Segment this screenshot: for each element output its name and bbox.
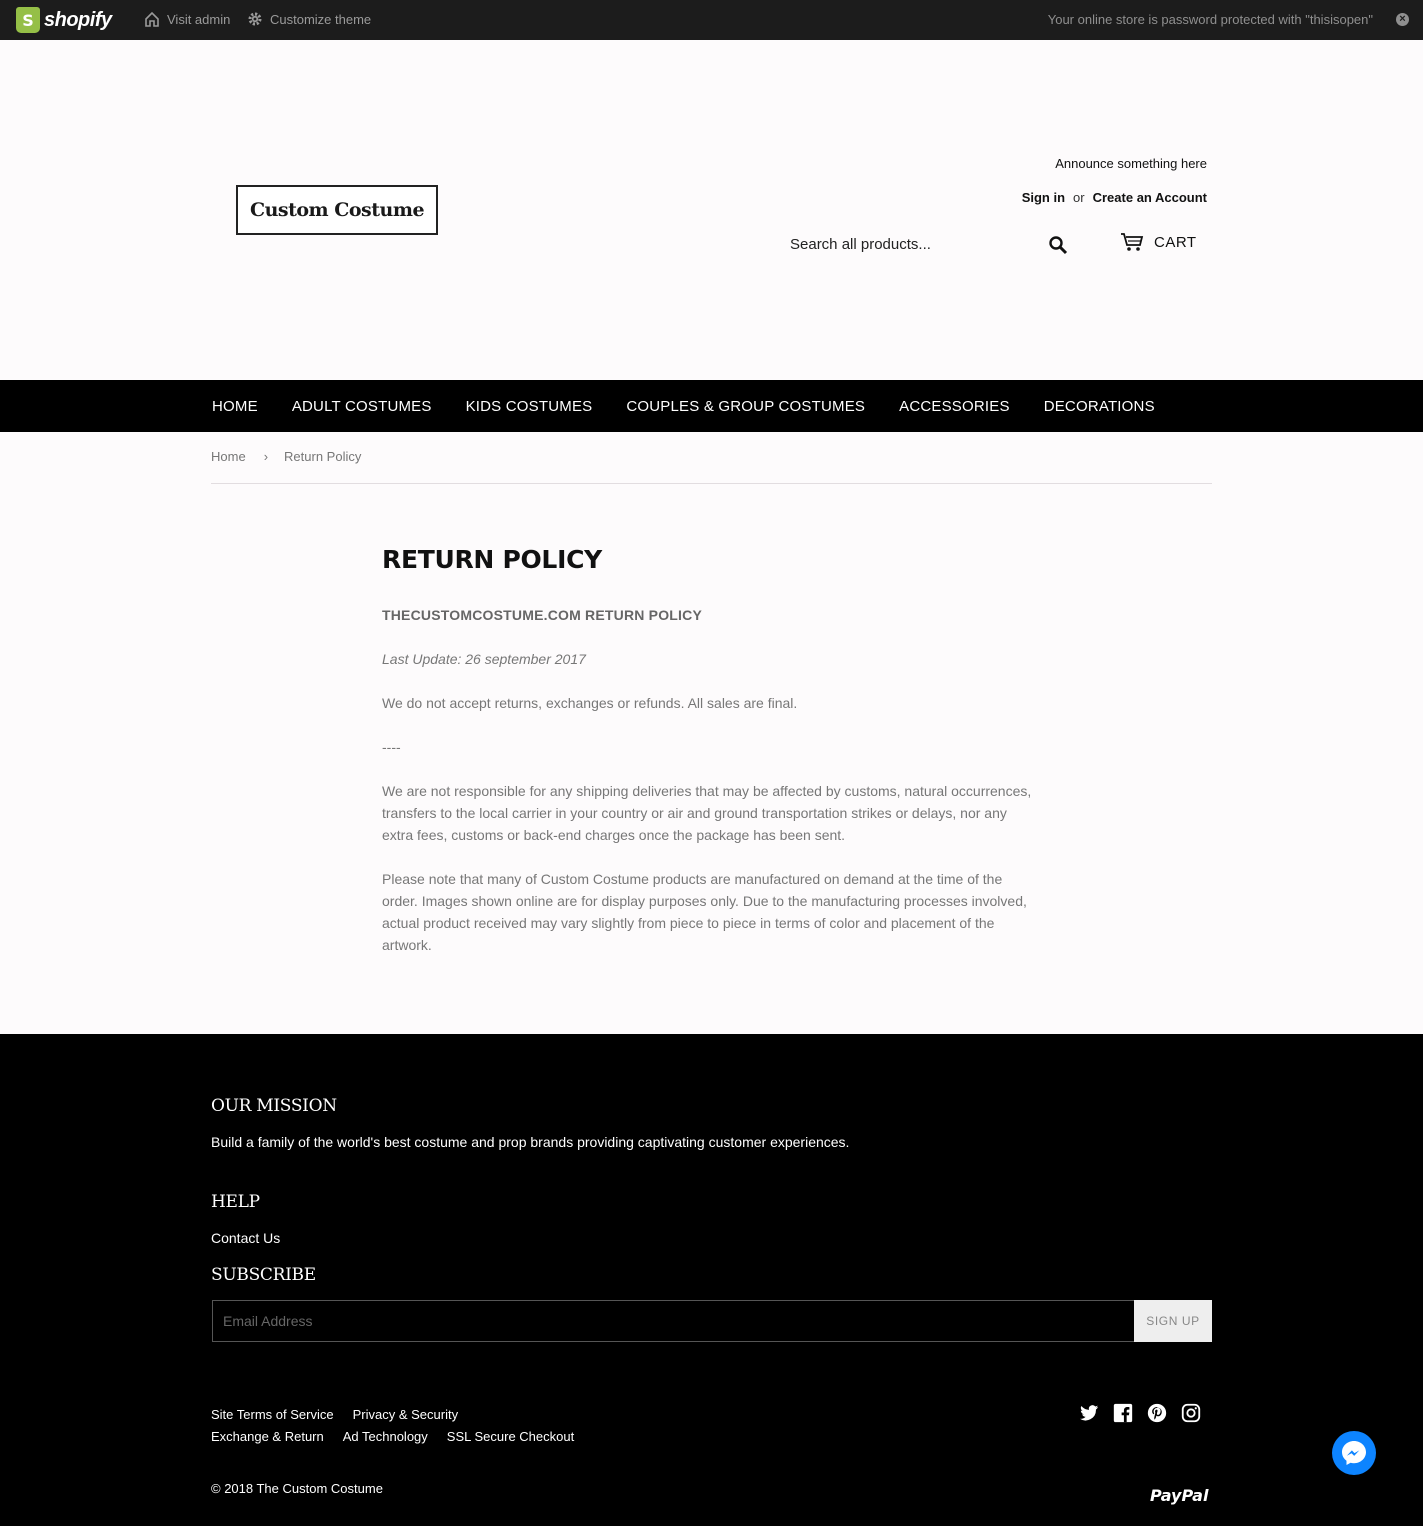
sign-up-button[interactable]: SIGN UP	[1134, 1300, 1212, 1342]
policy-content: RETURN POLICY THECUSTOMCOSTUME.COM RETUR…	[382, 545, 1032, 978]
ad-technology-link[interactable]: Ad Technology	[343, 1429, 428, 1444]
copyright: © 2018 The Custom Costume	[211, 1481, 383, 1496]
email-field[interactable]	[212, 1300, 1134, 1342]
privacy-security-link[interactable]: Privacy & Security	[353, 1407, 458, 1422]
breadcrumb: Home › Return Policy	[211, 449, 361, 464]
mission-title: OUR MISSION	[211, 1096, 337, 1116]
password-notice: Your online store is password protected …	[1047, 12, 1373, 27]
policy-paragraph-2: We are not responsible for any shipping …	[382, 783, 1032, 843]
visit-admin-label: Visit admin	[167, 11, 231, 27]
visit-admin-link[interactable]: Visit admin	[144, 11, 230, 27]
search-icon[interactable]	[1048, 235, 1068, 255]
last-update: Last Update: 26 september 2017	[382, 651, 586, 667]
nav-item-kids-costumes[interactable]: KIDS COSTUMES	[449, 398, 610, 415]
pinterest-icon[interactable]	[1146, 1402, 1168, 1424]
home-icon	[145, 11, 159, 27]
sign-in-link[interactable]: Sign in	[1022, 190, 1065, 205]
shopify-logo-text: shopify	[44, 8, 112, 31]
customize-theme-label: Customize theme	[270, 11, 372, 27]
shopify-admin-bar: S shopify Visit admin Customize theme Yo…	[0, 0, 1423, 40]
exchange-return-link[interactable]: Exchange & Return	[211, 1429, 324, 1444]
help-title: HELP	[211, 1192, 260, 1212]
shopify-bag-icon: S	[16, 7, 40, 33]
account-links: Sign in or Create an Account	[1022, 190, 1207, 205]
policy-paragraph-1: We do not accept returns, exchanges or r…	[382, 695, 798, 711]
close-icon[interactable]: ×	[1396, 13, 1409, 26]
search-input[interactable]	[780, 235, 1030, 253]
messenger-icon	[1342, 1441, 1366, 1465]
instagram-icon[interactable]	[1180, 1402, 1202, 1424]
mission-text: Build a family of the world's best costu…	[211, 1134, 850, 1150]
messenger-chat-button[interactable]	[1332, 1431, 1376, 1475]
social-links	[1078, 1402, 1214, 1424]
nav-item-home[interactable]: HOME	[195, 398, 275, 415]
nav-item-decorations[interactable]: DECORATIONS	[1027, 398, 1172, 415]
contact-us-link[interactable]: Contact Us	[211, 1230, 280, 1246]
page-title: RETURN POLICY	[382, 545, 602, 574]
cart-label: CART	[1154, 233, 1197, 251]
footer-links-row-2: Exchange & Return Ad Technology SSL Secu…	[211, 1429, 593, 1444]
facebook-icon[interactable]	[1112, 1402, 1134, 1424]
customize-theme-link[interactable]: Customize theme	[247, 11, 371, 27]
ssl-checkout-link[interactable]: SSL Secure Checkout	[447, 1429, 574, 1444]
nav-item-couples-group-costumes[interactable]: COUPLES & GROUP COSTUMES	[609, 398, 882, 415]
main-nav: HOME ADULT COSTUMES KIDS COSTUMES COUPLE…	[0, 380, 1423, 432]
subscribe-form: SIGN UP	[212, 1300, 1212, 1342]
breadcrumb-divider	[211, 483, 1212, 484]
policy-paragraph-3: Please note that many of Custom Costume …	[382, 871, 1027, 953]
gear-icon	[248, 12, 262, 26]
twitter-icon[interactable]	[1078, 1402, 1100, 1424]
paypal-logo: PayPal	[1150, 1486, 1209, 1505]
search-form	[780, 226, 1080, 262]
cart-icon	[1121, 233, 1144, 251]
policy-divider: ----	[382, 739, 401, 755]
site-footer: OUR MISSION Build a family of the world'…	[0, 1034, 1423, 1526]
cart-link[interactable]: CART	[1120, 232, 1197, 252]
nav-item-accessories[interactable]: ACCESSORIES	[882, 398, 1027, 415]
breadcrumb-home-link[interactable]: Home	[211, 449, 246, 464]
shopify-logo[interactable]: S shopify	[16, 6, 112, 34]
create-account-link[interactable]: Create an Account	[1093, 190, 1207, 205]
breadcrumb-separator: ›	[263, 449, 269, 464]
announcement-text: Announce something here	[1055, 156, 1207, 171]
site-terms-link[interactable]: Site Terms of Service	[211, 1407, 334, 1422]
policy-subtitle: THECUSTOMCOSTUME.COM RETURN POLICY	[382, 607, 702, 623]
footer-links-row-1: Site Terms of Service Privacy & Security	[211, 1407, 477, 1422]
or-text: or	[1073, 190, 1085, 205]
nav-item-adult-costumes[interactable]: ADULT COSTUMES	[275, 398, 449, 415]
store-logo[interactable]: Custom Costume	[236, 185, 438, 235]
subscribe-title: SUBSCRIBE	[211, 1265, 316, 1285]
breadcrumb-current: Return Policy	[284, 449, 362, 464]
